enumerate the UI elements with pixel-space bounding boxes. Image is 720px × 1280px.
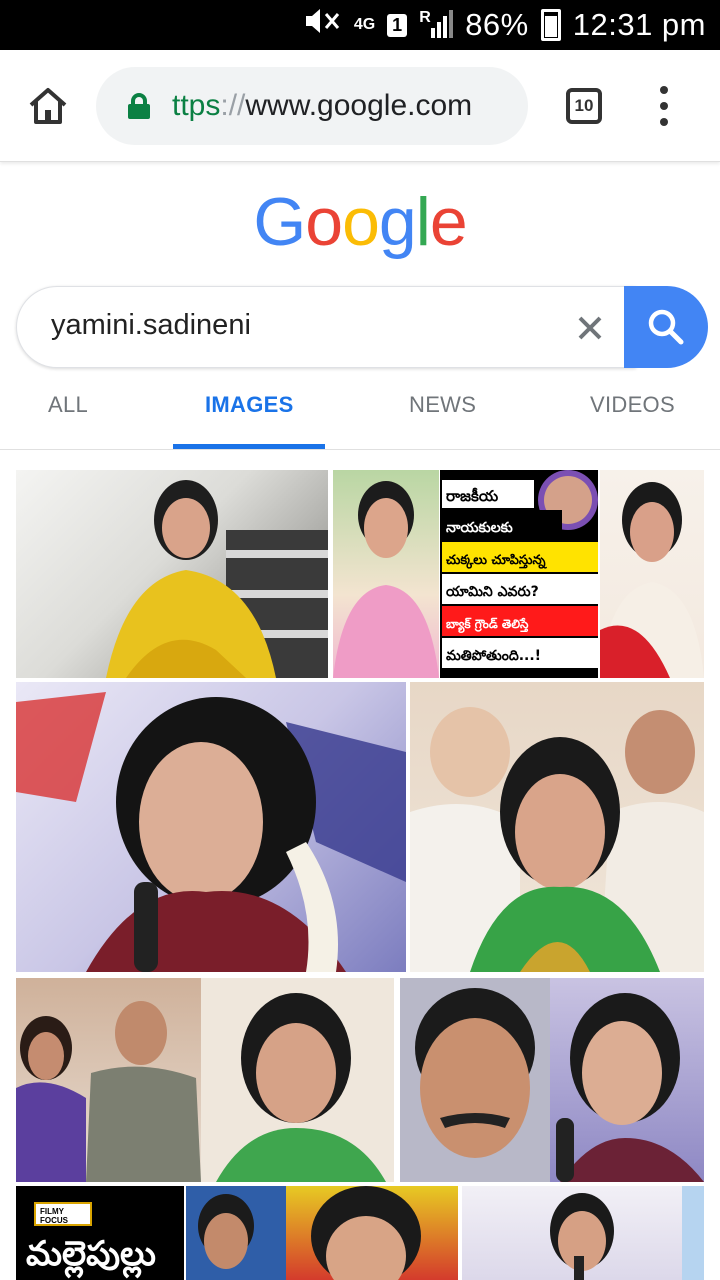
image-result[interactable]: FILMY FOCUS మల్లెపుల్లు — [16, 1186, 184, 1280]
url-scheme: ttps — [172, 89, 221, 122]
search-tabs: ALL IMAGES NEWS VIDEOS — [0, 378, 720, 450]
source-badge: FILMY FOCUS — [34, 1202, 92, 1226]
sim-icon: 1 — [387, 13, 408, 37]
status-bar: 4G 1 R 86% 12:31 pm — [0, 0, 720, 50]
caption-line-5: బ్యాక్ గ్రౌండ్ తెలిస్తే — [446, 617, 529, 633]
image-result[interactable] — [600, 470, 704, 678]
image-results-grid: రాజకీయ నాయకులకు చుక్కలు చూపిస్తున్న యామి… — [0, 458, 720, 1280]
image-result[interactable] — [186, 1186, 458, 1280]
image-result[interactable] — [462, 1186, 704, 1280]
image-result[interactable] — [410, 682, 704, 972]
tab-news[interactable]: NEWS — [409, 392, 476, 418]
search-button[interactable] — [624, 286, 708, 368]
logo-letter-l: l — [415, 184, 431, 260]
logo-letter-o1: o — [305, 184, 343, 260]
logo-letter-e: e — [429, 184, 468, 260]
network-4g-icon: 4G — [354, 17, 375, 33]
active-tab-indicator — [173, 444, 325, 449]
sim-label: 1 — [392, 14, 403, 35]
address-bar[interactable]: ttps://www.google.com — [96, 67, 528, 145]
source-badge-label: FILMY FOCUS — [40, 1207, 68, 1225]
search-box — [16, 286, 708, 368]
logo-letter-g: G — [253, 184, 306, 260]
caption-line-3: చుక్కలు చూపిస్తున్న — [446, 553, 548, 569]
clear-icon[interactable] — [573, 311, 607, 345]
google-logo: Google — [0, 183, 720, 261]
mute-icon — [302, 6, 342, 44]
logo-letter-g2: g — [378, 184, 417, 260]
caption-line-2: నాయకులకు — [446, 520, 513, 536]
battery-icon — [540, 9, 561, 41]
url-separator: :// — [220, 89, 246, 122]
image-result[interactable] — [16, 978, 394, 1182]
tab-all[interactable]: ALL — [48, 392, 88, 418]
tab-videos[interactable]: VIDEOS — [590, 392, 675, 418]
network-label: 4G — [353, 16, 376, 33]
image-result[interactable]: రాజకీయ నాయకులకు చుక్కలు చూపిస్తున్న యామి… — [440, 470, 598, 678]
url-host: www.google.com — [245, 89, 473, 122]
lock-icon — [128, 93, 150, 119]
image-result[interactable] — [333, 470, 439, 678]
image-result[interactable] — [400, 978, 704, 1182]
battery-percent: 86% — [465, 7, 529, 42]
tab-count: 10 — [574, 96, 594, 115]
search-input[interactable] — [51, 309, 531, 342]
tab-images[interactable]: IMAGES — [205, 392, 294, 418]
caption-line-4: యామిని ఎవరు? — [446, 584, 539, 600]
signal-icon: R — [419, 10, 454, 40]
image-caption: మల్లెపుల్లు — [26, 1234, 156, 1274]
logo-letter-o2: o — [342, 184, 380, 260]
clock: 12:31 pm — [572, 7, 706, 42]
image-result[interactable] — [16, 470, 328, 678]
caption-line-6: మతిపోతుంది...! — [446, 648, 541, 664]
tabs-icon[interactable]: 10 — [566, 88, 602, 124]
menu-icon[interactable] — [652, 86, 676, 126]
image-result[interactable] — [16, 682, 406, 972]
home-icon[interactable] — [26, 84, 70, 128]
caption-line-1: రాజకీయ — [446, 487, 499, 505]
search-icon — [648, 309, 684, 345]
browser-toolbar: ttps://www.google.com 10 — [0, 50, 720, 162]
search-field[interactable] — [16, 286, 636, 368]
